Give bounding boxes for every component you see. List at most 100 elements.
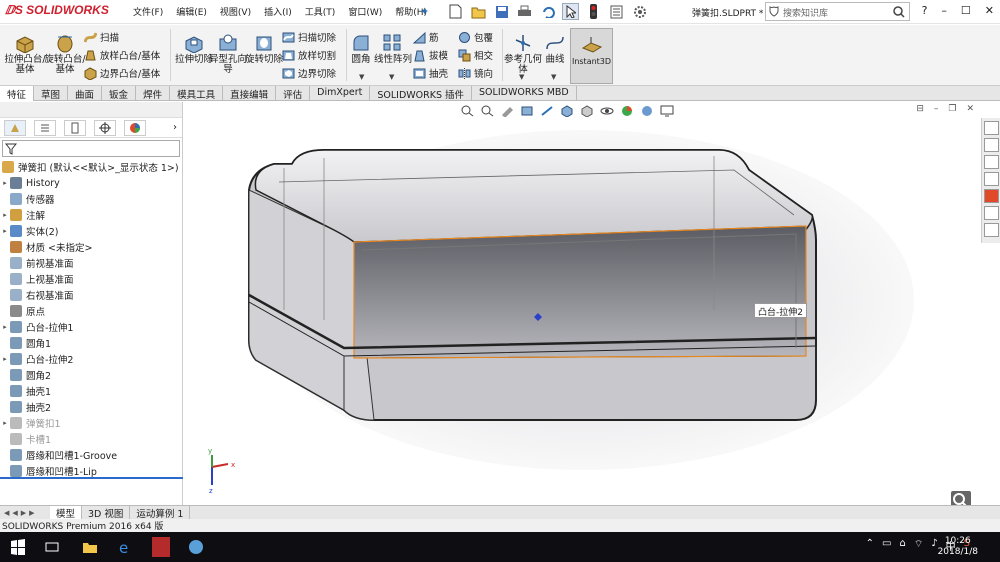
hide-show-items-icon[interactable] [600, 105, 614, 117]
expand-arrow-icon[interactable]: ▸ [0, 419, 10, 427]
tree-item[interactable]: ▸ 注解 [0, 207, 182, 223]
edit-appearance-icon[interactable] [620, 105, 634, 117]
solidworks-logo[interactable]: ⅅS SOLIDWORKS [5, 3, 109, 17]
clock[interactable]: 10:26 2018/1/8 [938, 536, 978, 558]
tab-mbd[interactable]: SOLIDWORKS MBD [472, 86, 577, 101]
extrude-boss-button[interactable]: 拉伸凸台/基体 [3, 27, 47, 85]
search-icon[interactable] [893, 6, 905, 18]
tree-item[interactable]: 卡槽1 [0, 431, 182, 447]
fillet-dropdown-icon[interactable]: ▼ [359, 72, 364, 82]
tab-model[interactable]: 模型 [50, 506, 83, 520]
task-view-icon[interactable] [44, 539, 60, 555]
file-explorer-taskbar-icon[interactable] [82, 539, 98, 555]
tree-item[interactable]: 传感器 [0, 191, 182, 207]
tree-item[interactable]: ▸ History [0, 175, 182, 191]
view-orientation-icon[interactable] [560, 105, 574, 118]
undo-icon[interactable] [539, 3, 556, 20]
wrap-button[interactable]: 包覆 [458, 28, 493, 46]
tree-root[interactable]: 弹簧扣 (默认<<默认>_显示状态 1>) [0, 159, 182, 175]
section-view-icon[interactable] [520, 105, 534, 117]
expand-arrow-icon[interactable]: ▸ [0, 179, 10, 187]
mirror-button[interactable]: 镜向 [458, 64, 493, 82]
intersect-button[interactable]: 相交 [458, 46, 493, 64]
model-view[interactable]: x y z [184, 120, 980, 505]
viewport-close-icon[interactable]: ✕ [966, 104, 974, 114]
new-document-icon[interactable] [447, 3, 464, 20]
tab-nav-arrows[interactable]: ◀◀▶▶ [0, 506, 50, 519]
tray-expand-icon[interactable]: ⌃ [866, 538, 874, 553]
tree-item[interactable]: 唇缘和凹槽1-Groove [0, 447, 182, 463]
expand-arrow-icon[interactable]: ▸ [0, 355, 10, 363]
dynamic-annotation-icon[interactable] [540, 105, 554, 117]
search-knowledge-base[interactable]: 搜索知识库 [765, 2, 910, 21]
chevron-right-icon[interactable]: › [170, 120, 180, 136]
curves-button[interactable]: 曲线 ▼ [540, 27, 570, 85]
draft-button[interactable]: 拔模 [413, 46, 448, 64]
print-icon[interactable] [516, 3, 533, 20]
tree-item[interactable]: 上视基准面 [0, 271, 182, 287]
tree-item[interactable]: 材质 <未指定> [0, 239, 182, 255]
display-manager-tab-icon[interactable] [124, 119, 146, 136]
rib-button[interactable]: 筋 [413, 28, 439, 46]
sweep-button[interactable]: 扫描 [84, 28, 119, 46]
instant3d-button[interactable]: Instant3D [570, 28, 613, 84]
tree-item[interactable]: ▸ 实体(2) [0, 223, 182, 239]
battery-icon[interactable]: ▭ [882, 538, 891, 553]
tree-item[interactable]: 圆角1 [0, 335, 182, 351]
apply-scene-icon[interactable] [640, 105, 654, 117]
loft-button[interactable]: 放样凸台/基体 [84, 46, 160, 64]
edge-browser-icon[interactable]: e [118, 539, 134, 557]
tab-motion-study[interactable]: 运动算例 1 [130, 506, 191, 520]
minimize-button[interactable]: – [941, 4, 947, 17]
tree-item[interactable]: ▸ 弹簧扣1 [0, 415, 182, 431]
viewport-minimize-icon[interactable]: – [934, 104, 939, 114]
traffic-light-icon[interactable] [585, 3, 602, 20]
tab-mold-tools[interactable]: 模具工具 [170, 86, 224, 101]
lofted-cut-button[interactable]: 放样切割 [282, 46, 336, 64]
tab-dimxpert[interactable]: DimXpert [310, 86, 371, 101]
app-taskbar-icon[interactable] [188, 539, 204, 555]
forum-icon[interactable] [984, 223, 999, 237]
view-settings-icon[interactable] [660, 105, 674, 117]
tab-surfaces[interactable]: 曲面 [68, 86, 103, 101]
tree-item[interactable]: 圆角2 [0, 367, 182, 383]
file-properties-icon[interactable] [608, 3, 625, 20]
save-icon[interactable] [493, 3, 510, 20]
reference-geometry-dropdown-icon[interactable]: ▼ [519, 72, 524, 82]
view-palette-icon[interactable] [984, 172, 999, 186]
solidworks-resources-icon[interactable] [984, 121, 999, 135]
reference-geometry-button[interactable]: 参考几何体 ▼ [504, 27, 542, 85]
custom-properties-icon[interactable] [984, 206, 999, 220]
wifi-icon[interactable]: ⌔ [914, 538, 923, 553]
viewport-restore-icon[interactable]: ⊟ [916, 104, 924, 114]
curves-dropdown-icon[interactable]: ▼ [551, 72, 556, 82]
tree-filter[interactable] [2, 140, 180, 157]
reference-triad[interactable]: x y z [208, 447, 235, 495]
menu-insert[interactable]: 插入(I) [264, 5, 292, 18]
tab-direct-editing[interactable]: 直接编辑 [223, 86, 277, 101]
close-button[interactable]: ✕ [985, 4, 994, 17]
select-icon[interactable] [562, 3, 579, 20]
tab-weldments[interactable]: 焊件 [136, 86, 171, 101]
box-part[interactable] [248, 149, 817, 421]
zoom-to-area-icon[interactable] [480, 105, 494, 117]
tab-features[interactable]: 特征 [0, 86, 35, 101]
tree-item[interactable]: 原点 [0, 303, 182, 319]
expand-arrow-icon[interactable]: ▸ [0, 211, 10, 219]
menu-tools[interactable]: 工具(T) [305, 5, 336, 18]
design-library-icon[interactable] [984, 138, 999, 152]
menu-view[interactable]: 视图(V) [220, 5, 251, 18]
tab-3d-views[interactable]: 3D 视图 [82, 506, 131, 520]
tab-sheet-metal[interactable]: 钣金 [102, 86, 137, 101]
rollback-bar[interactable] [0, 477, 183, 479]
graphics-area[interactable]: ⊟ – ❐ ✕ x y z [184, 102, 980, 511]
property-manager-tab-icon[interactable] [34, 119, 56, 136]
tree-item[interactable]: 右视基准面 [0, 287, 182, 303]
network-icon[interactable]: ⌂ [899, 538, 905, 553]
boundary-boss-button[interactable]: 边界凸台/基体 [84, 64, 160, 82]
appearances-icon[interactable] [984, 189, 999, 203]
pin-icon[interactable]: ✦ [420, 5, 429, 18]
maximize-button[interactable]: ☐ [961, 4, 971, 17]
tree-item[interactable]: 抽壳2 [0, 399, 182, 415]
file-explorer-icon[interactable] [984, 155, 999, 169]
